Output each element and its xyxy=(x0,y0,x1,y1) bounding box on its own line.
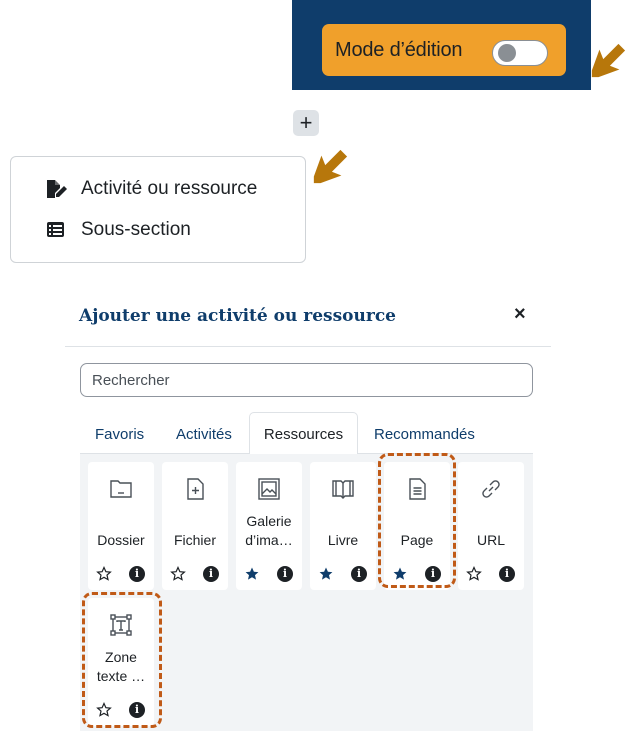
resource-name: Livre xyxy=(327,532,359,548)
info-icon[interactable]: i xyxy=(203,566,219,582)
add-content-button[interactable]: + xyxy=(293,110,319,136)
menu-item-subsection[interactable]: Sous-section xyxy=(45,219,191,241)
resource-card-livre[interactable]: Livre i xyxy=(310,462,376,590)
list-section-icon xyxy=(47,222,64,237)
highlight-outline xyxy=(82,592,162,728)
resource-name: d’ima… xyxy=(245,532,293,548)
star-filled-icon[interactable] xyxy=(318,566,334,582)
resource-name: Fichier xyxy=(173,532,216,548)
resource-card-url[interactable]: URL i xyxy=(458,462,524,590)
arrow-indicator-icon xyxy=(591,43,626,78)
edit-mode-control[interactable]: Mode d’édition xyxy=(322,24,566,76)
highlight-outline xyxy=(378,453,456,588)
resource-card-dossier[interactable]: Dossier i xyxy=(88,462,154,590)
info-icon[interactable]: i xyxy=(277,566,293,582)
arrow-indicator-icon xyxy=(313,149,348,184)
file-plus-icon xyxy=(187,478,204,500)
book-icon xyxy=(332,480,354,499)
image-gallery-icon xyxy=(258,478,280,500)
modal-title: Ajouter une activité ou ressource xyxy=(79,306,396,326)
star-outline-icon[interactable] xyxy=(466,566,482,582)
tab-recommandes[interactable]: Recommandés xyxy=(374,426,475,443)
tab-ressources[interactable]: Ressources xyxy=(249,412,358,454)
close-icon[interactable]: × xyxy=(514,303,526,326)
star-outline-icon[interactable] xyxy=(96,566,112,582)
resource-name: URL xyxy=(476,532,505,548)
menu-item-activity[interactable]: Activité ou ressource xyxy=(45,178,257,200)
toggle-knob xyxy=(498,44,516,62)
edit-mode-toggle[interactable] xyxy=(492,40,548,66)
menu-item-label: Sous-section xyxy=(81,219,191,240)
file-pen-icon xyxy=(47,180,67,198)
folder-icon xyxy=(110,480,132,498)
info-icon[interactable]: i xyxy=(129,566,145,582)
star-outline-icon[interactable] xyxy=(170,566,186,582)
resource-name: Dossier xyxy=(97,532,145,548)
resource-card-fichier[interactable]: Fichier i xyxy=(162,462,228,590)
edit-mode-label: Mode d’édition xyxy=(335,38,463,61)
add-content-menu: Activité ou ressource Sous-section xyxy=(10,156,306,263)
tab-favoris[interactable]: Favoris xyxy=(95,426,144,443)
star-filled-icon[interactable] xyxy=(244,566,260,582)
info-icon[interactable]: i xyxy=(499,566,515,582)
search-input[interactable] xyxy=(80,363,533,397)
resource-name: Galerie xyxy=(246,513,292,529)
modal-divider xyxy=(65,346,551,347)
tab-activites[interactable]: Activités xyxy=(176,426,232,443)
info-icon[interactable]: i xyxy=(351,566,367,582)
menu-item-label: Activité ou ressource xyxy=(81,178,258,199)
resource-card-galerie[interactable]: Galerie d’ima… i xyxy=(236,462,302,590)
link-icon xyxy=(482,480,500,498)
